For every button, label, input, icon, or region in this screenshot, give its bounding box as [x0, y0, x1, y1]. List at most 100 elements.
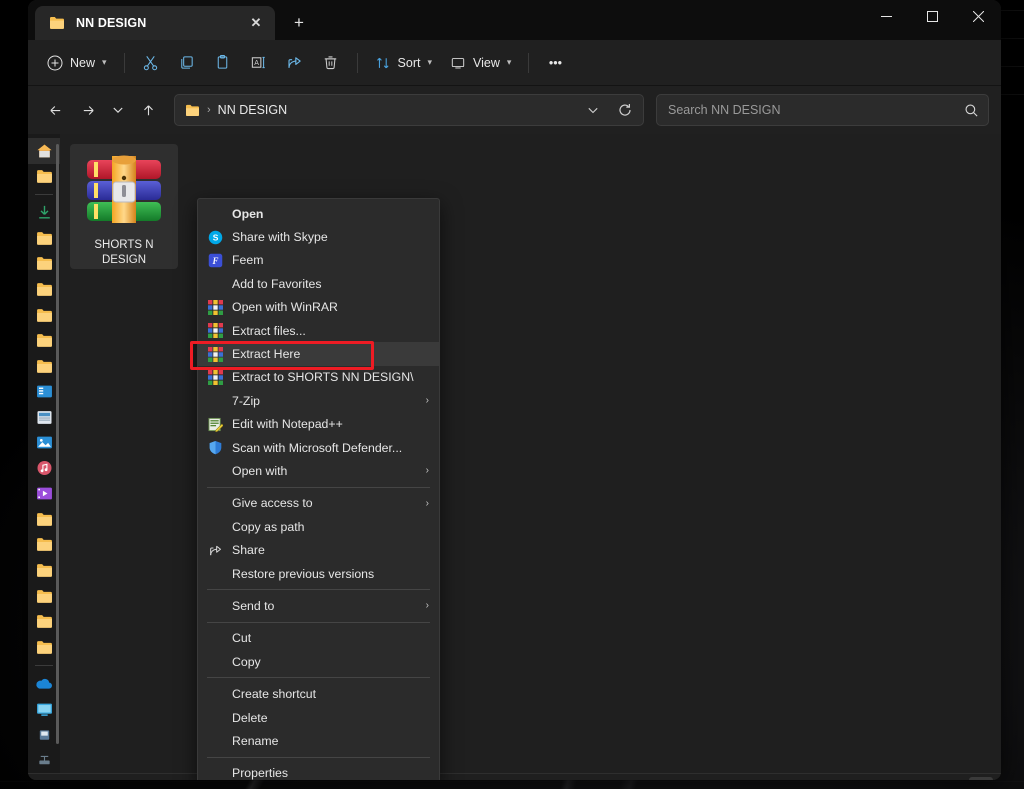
menu-item-share[interactable]: Share	[198, 538, 439, 561]
home-icon	[37, 144, 51, 158]
menu-item-rename[interactable]: Rename	[198, 729, 439, 752]
menu-item-copy[interactable]: Copy	[198, 650, 439, 673]
pictures-icon	[36, 436, 52, 449]
copy-button[interactable]	[169, 47, 205, 79]
new-button[interactable]: New ▾	[38, 47, 116, 79]
menu-item-7-zip[interactable]: 7-Zip ›	[198, 389, 439, 412]
menu-item-extract-here[interactable]: Extract Here	[198, 342, 439, 366]
chevron-right-icon: ›	[425, 465, 429, 477]
no-icon	[207, 709, 224, 726]
menu-item-copy-as-path[interactable]: Copy as path	[198, 515, 439, 538]
svg-text:A: A	[254, 59, 259, 67]
menu-item-delete[interactable]: Delete	[198, 706, 439, 729]
chevron-right-icon: ›	[425, 600, 429, 612]
window-controls	[863, 0, 1001, 33]
rename-button[interactable]: A	[241, 47, 277, 79]
refresh-icon[interactable]	[613, 98, 637, 122]
cut-button[interactable]	[133, 47, 169, 79]
no-icon	[207, 565, 224, 582]
menu-item-scan-with-defender[interactable]: Scan with Microsoft Defender...	[198, 436, 439, 459]
sidebar-scrollbar[interactable]	[56, 144, 59, 744]
no-icon	[207, 392, 224, 409]
notepad-plus-plus-icon	[207, 416, 224, 433]
menu-item-extract-files[interactable]: Extract files...	[198, 319, 439, 342]
search-icon[interactable]	[964, 103, 979, 118]
window-body: SHORTS N DESIGN	[28, 134, 1001, 773]
forward-button[interactable]	[73, 95, 103, 125]
navigation-pane[interactable]	[28, 134, 60, 773]
context-menu[interactable]: Open S Share with Skype F Feem Add to Fa…	[197, 198, 440, 780]
paste-button[interactable]	[205, 47, 241, 79]
no-icon	[207, 653, 224, 670]
menu-item-restore-previous-versions[interactable]: Restore previous versions	[198, 562, 439, 585]
see-more-button[interactable]: •••	[537, 47, 573, 79]
share-icon	[288, 57, 301, 68]
up-button[interactable]	[133, 95, 163, 125]
new-label: New	[70, 55, 96, 70]
drive-icon	[39, 730, 49, 740]
address-bar-row: › NN DESIGN	[28, 86, 1001, 134]
back-button[interactable]	[40, 95, 70, 125]
arrow-left-icon	[49, 105, 60, 115]
recent-locations-button[interactable]	[106, 95, 130, 125]
large-icons-view-icon[interactable]	[969, 777, 993, 780]
search-input[interactable]	[668, 103, 964, 117]
menu-divider	[207, 621, 430, 623]
menu-item-edit-with-notepad-plus-plus[interactable]: Edit with Notepad++	[198, 413, 439, 436]
share-button[interactable]	[277, 47, 313, 79]
menu-item-send-to[interactable]: Send to ›	[198, 594, 439, 617]
menu-item-open[interactable]: Open	[198, 202, 439, 225]
menu-item-cut[interactable]: Cut	[198, 627, 439, 650]
sort-label: Sort	[397, 55, 421, 70]
menu-item-open-with[interactable]: Open with ›	[198, 459, 439, 482]
close-icon[interactable]: ✕	[243, 10, 269, 36]
tab-nn-design[interactable]: NN DESIGN ✕	[35, 6, 275, 40]
address-bar[interactable]: › NN DESIGN	[174, 94, 644, 126]
divider	[35, 664, 53, 666]
menu-item-feem[interactable]: F Feem	[198, 249, 439, 272]
copy-icon	[181, 56, 193, 69]
winrar-archive-icon	[82, 152, 166, 232]
rename-icon: A	[251, 56, 265, 69]
sort-button[interactable]: Sort ▾	[366, 47, 441, 79]
paste-icon	[217, 54, 228, 69]
file-item[interactable]: SHORTS N DESIGN	[70, 144, 178, 269]
menu-item-give-access-to[interactable]: Give access to ›	[198, 492, 439, 515]
address-dropdown-icon[interactable]	[581, 98, 605, 122]
no-icon	[207, 462, 224, 479]
breadcrumb-separator: ›	[207, 104, 211, 116]
command-bar: New ▾ A Sort ▾ View ▾ •••	[28, 40, 1001, 86]
status-bar: 1 item | 1 item selected	[28, 773, 1001, 780]
menu-divider	[207, 756, 430, 758]
delete-button[interactable]	[313, 47, 349, 79]
menu-item-extract-to-folder[interactable]: Extract to SHORTS NN DESIGN\	[198, 366, 439, 389]
view-button[interactable]: View ▾	[441, 47, 520, 79]
chevron-down-icon: ▾	[427, 57, 433, 67]
menu-divider	[207, 589, 430, 591]
menu-item-add-to-favorites[interactable]: Add to Favorites	[198, 272, 439, 295]
minimize-button[interactable]	[863, 0, 909, 33]
plus-circle-icon	[47, 55, 63, 70]
details-view-icon[interactable]	[943, 777, 967, 780]
new-tab-button[interactable]: +	[284, 8, 314, 38]
chevron-down-icon: ▾	[506, 57, 512, 67]
tab-label: NN DESIGN	[76, 16, 147, 30]
file-explorer-window: NN DESIGN ✕ + New ▾ A Sort ▾ View ▾ ••• …	[28, 0, 1001, 780]
sort-icon	[376, 57, 389, 68]
sidebar-item-network[interactable]	[28, 748, 60, 773]
winrar-icon	[207, 369, 224, 386]
menu-divider	[207, 677, 430, 679]
music-icon	[37, 461, 51, 476]
search-box[interactable]	[656, 94, 989, 126]
menu-item-create-shortcut[interactable]: Create shortcut	[198, 682, 439, 705]
menu-item-properties[interactable]: Properties	[198, 762, 439, 780]
arrow-up-icon	[143, 104, 153, 115]
close-button[interactable]	[955, 0, 1001, 33]
menu-item-open-with-winrar[interactable]: Open with WinRAR	[198, 296, 439, 319]
maximize-button[interactable]	[909, 0, 955, 33]
breadcrumb-path[interactable]: NN DESIGN	[218, 103, 287, 117]
menu-item-share-with-skype[interactable]: S Share with Skype	[198, 225, 439, 248]
scissors-icon	[143, 56, 158, 71]
no-icon	[207, 630, 224, 647]
downloads-icon	[38, 206, 50, 219]
